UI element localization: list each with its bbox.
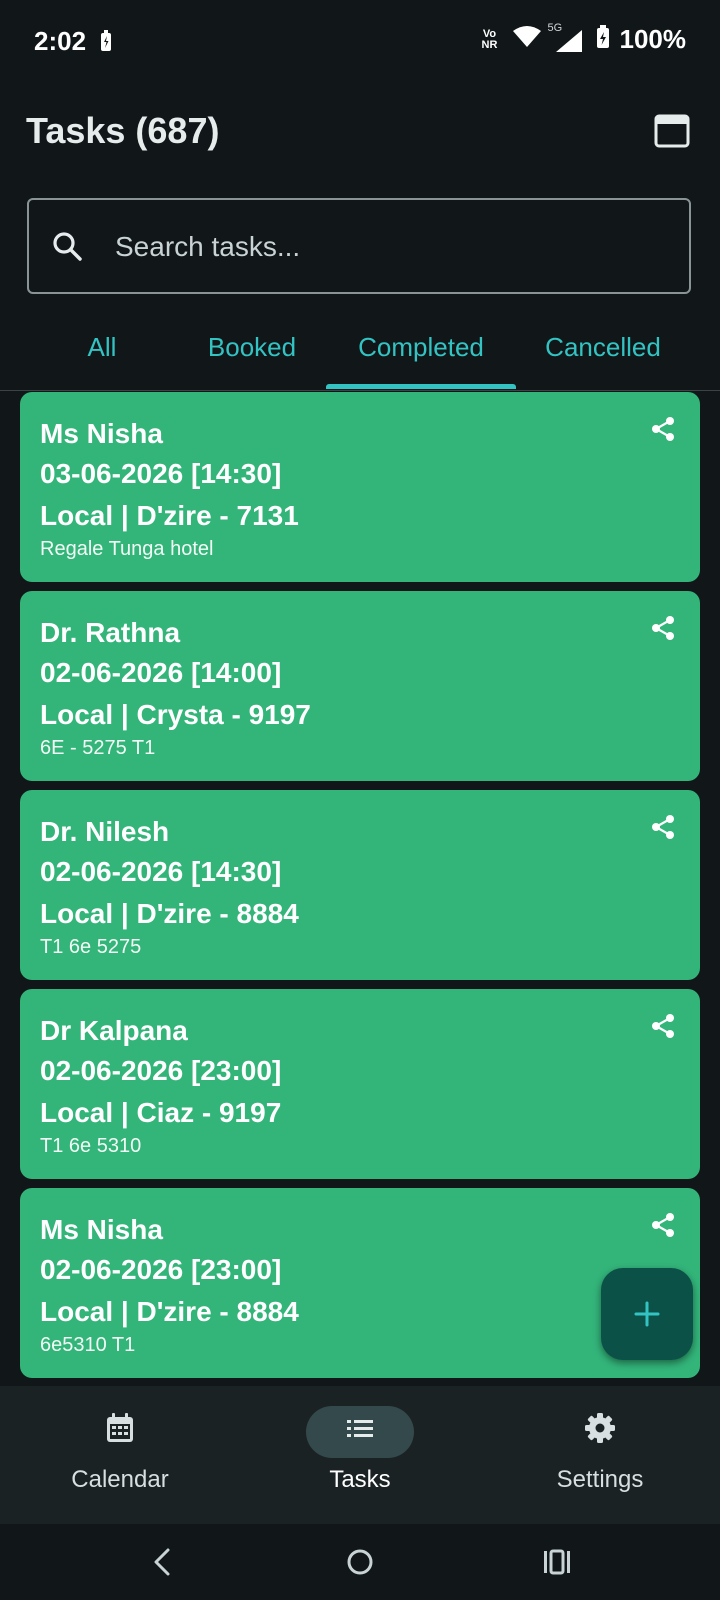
share-icon[interactable]	[650, 416, 676, 442]
nav-tasks[interactable]: Tasks	[240, 1386, 480, 1524]
tab-booked[interactable]: Booked	[192, 332, 312, 363]
nav-label: Calendar	[71, 1466, 169, 1493]
nav-label: Tasks	[329, 1466, 391, 1493]
home-icon[interactable]	[346, 1548, 374, 1576]
tab-indicator	[326, 384, 516, 389]
task-vehicle: Local | Crysta - 9197	[40, 699, 311, 730]
list-icon	[347, 1420, 373, 1437]
search-input[interactable]	[113, 226, 677, 268]
share-icon[interactable]	[650, 1212, 676, 1238]
task-datetime: 02-06-2026 [14:30]	[40, 856, 282, 887]
share-icon[interactable]	[650, 615, 676, 641]
page-title: Tasks (687)	[26, 110, 220, 151]
nav-label: Settings	[556, 1466, 644, 1493]
task-name: Ms Nisha	[40, 1214, 163, 1245]
task-datetime: 03-06-2026 [14:30]	[40, 458, 282, 489]
back-icon[interactable]	[152, 1548, 172, 1576]
calendar-icon	[107, 1413, 133, 1442]
task-vehicle: Local | Ciaz - 9197	[40, 1097, 282, 1128]
task-vehicle: Local | D'zire - 8884	[40, 898, 299, 929]
wifi-icon	[512, 25, 542, 54]
battery-icon	[596, 25, 610, 54]
task-card[interactable]: Dr. Rathna 02-06-2026 [14:00] Local | Cr…	[20, 591, 700, 781]
task-note: 6e5310 T1	[40, 1334, 136, 1356]
share-icon[interactable]	[650, 814, 676, 840]
task-card[interactable]: Ms Nisha 02-06-2026 [23:00] Local | D'zi…	[20, 1188, 700, 1378]
tab-cancelled[interactable]: Cancelled	[528, 332, 678, 363]
task-vehicle: Local | D'zire - 8884	[40, 1296, 299, 1327]
tab-completed[interactable]: Completed	[336, 332, 506, 363]
task-note: T1 6e 5275	[40, 936, 142, 958]
search-icon	[51, 230, 83, 267]
signal-icon: 5G	[548, 22, 586, 54]
status-bar: 2:02 Vo NR 5G 100%	[0, 0, 720, 84]
app-bar: Tasks (687)	[0, 96, 720, 168]
task-card[interactable]: Dr. Nilesh 02-06-2026 [14:30] Local | D'…	[20, 790, 700, 980]
task-note: 6E - 5275 T1	[40, 737, 156, 759]
share-icon[interactable]	[650, 1013, 676, 1039]
add-task-button[interactable]	[601, 1268, 693, 1360]
system-navigation-bar	[0, 1524, 720, 1600]
task-datetime: 02-06-2026 [23:00]	[40, 1254, 282, 1285]
calendar-button[interactable]	[652, 110, 692, 150]
tab-all[interactable]: All	[62, 332, 142, 363]
task-datetime: 02-06-2026 [23:00]	[40, 1055, 282, 1086]
tab-bar: All Booked Completed Cancelled	[0, 318, 720, 391]
task-name: Dr. Rathna	[40, 617, 181, 648]
status-time: 2:02	[34, 26, 87, 56]
recents-icon[interactable]	[542, 1548, 572, 1576]
charging-icon	[100, 30, 112, 57]
calendar-icon	[654, 114, 690, 148]
volte-icon: Vo NR	[481, 27, 498, 51]
task-note: Regale Tunga hotel	[40, 538, 214, 560]
task-vehicle: Local | D'zire - 7131	[40, 500, 299, 531]
nav-calendar[interactable]: Calendar	[0, 1386, 240, 1524]
battery-percent: 100%	[619, 24, 687, 54]
task-name: Dr. Nilesh	[40, 816, 170, 847]
task-name: Dr Kalpana	[40, 1015, 188, 1046]
task-name: Ms Nisha	[40, 418, 163, 449]
bottom-navigation: Calendar Tasks Settings	[0, 1386, 720, 1524]
nav-settings[interactable]: Settings	[480, 1386, 720, 1524]
status-icons: Vo NR 5G 100%	[478, 22, 687, 55]
task-card[interactable]: Dr Kalpana 02-06-2026 [23:00] Local | Ci…	[20, 989, 700, 1179]
plus-icon	[634, 1301, 660, 1327]
gear-icon	[585, 1413, 615, 1443]
task-card[interactable]: Ms Nisha 03-06-2026 [14:30] Local | D'zi…	[20, 392, 700, 582]
task-datetime: 02-06-2026 [14:00]	[40, 657, 282, 688]
task-note: T1 6e 5310	[40, 1135, 142, 1157]
search-field[interactable]	[27, 198, 691, 294]
